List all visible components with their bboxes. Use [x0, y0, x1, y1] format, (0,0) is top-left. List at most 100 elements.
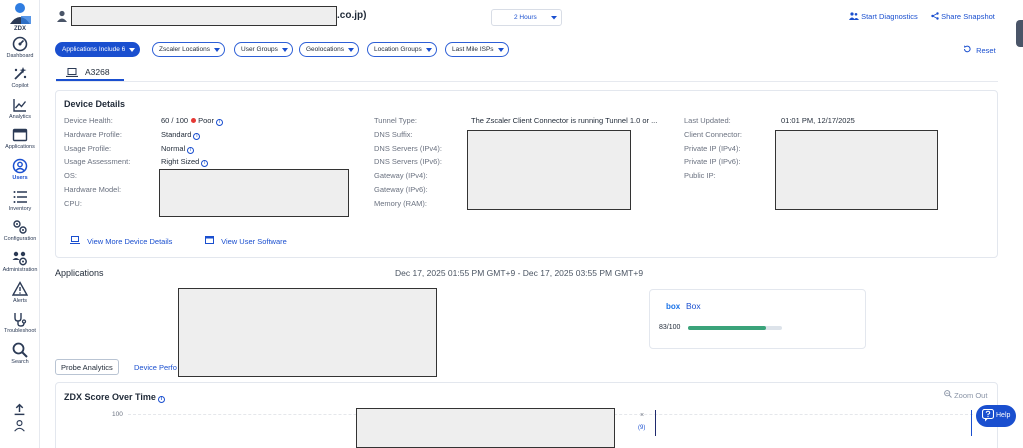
sidebar-item-dashboard[interactable]: Dashboard: [0, 36, 40, 66]
help-icon: [982, 409, 994, 422]
info-icon[interactable]: i: [187, 147, 195, 154]
admin-icon: [12, 251, 27, 266]
profile-icon[interactable]: [13, 419, 26, 432]
filter-label: Last Mile ISPs: [452, 46, 494, 53]
redacted-network-info: [467, 130, 631, 210]
start-diagnostics-button[interactable]: Start Diagnostics: [849, 12, 918, 21]
public-ip-label: Public IP:: [684, 171, 716, 180]
device-details-title: Device Details: [64, 99, 126, 109]
help-button[interactable]: Help: [976, 405, 1016, 427]
filter-label: Location Groups: [374, 46, 422, 53]
filter-location-groups[interactable]: Location Groups: [367, 42, 437, 57]
hardware-profile-value: Standard i: [161, 130, 201, 140]
filter-geolocations[interactable]: Geolocations: [299, 42, 359, 57]
memory-label: Memory (RAM):: [374, 199, 427, 208]
cpu-label: CPU:: [64, 199, 82, 208]
zdx-logo-label: ZDX: [14, 26, 26, 32]
close-icon[interactable]: ×: [640, 412, 644, 419]
sidebar-item-label: Inventory: [8, 206, 32, 212]
gateway-ipv6-label: Gateway (IPv6):: [374, 185, 428, 194]
reset-button[interactable]: Reset: [963, 45, 996, 55]
chart-icon: [13, 99, 27, 112]
app-score-bar: [688, 326, 782, 330]
dns-suffix-label: DNS Suffix:: [374, 130, 413, 139]
sidebar-item-label: Copilot: [11, 83, 29, 89]
chevron-down-icon: [497, 48, 504, 52]
laptop-icon: [70, 236, 80, 244]
usage-assessment-label: Usage Assessment:: [64, 157, 131, 166]
filter-user-groups[interactable]: User Groups: [234, 42, 293, 57]
app-card-box[interactable]: box Box 83/100: [649, 289, 866, 349]
sidebar-item-troubleshoot[interactable]: Troubleshoot: [0, 311, 40, 341]
box-logo-icon: box: [666, 302, 681, 311]
sidebar-item-label: Dashboard: [6, 53, 34, 59]
filter-zscaler-locations[interactable]: Zscaler Locations: [152, 42, 225, 57]
zdx-score-title-text: ZDX Score Over Time: [64, 392, 156, 402]
device-tab-label: A3268: [85, 67, 110, 77]
chevron-down-icon: [551, 16, 557, 20]
view-more-label: View More Device Details: [87, 237, 173, 246]
zdx-score-title: ZDX Score Over Time i: [64, 392, 165, 403]
user-domain-suffix: .co.jp): [337, 10, 367, 21]
user-icon: [57, 10, 67, 22]
sidebar-item-alerts[interactable]: Alerts: [0, 281, 40, 311]
window-icon: [205, 236, 214, 244]
upload-icon[interactable]: [13, 403, 26, 416]
usage-assessment-text: Right Sized: [161, 157, 200, 166]
gateway-ipv4-label: Gateway (IPv4):: [374, 171, 428, 180]
sidebar-item-label: Applications: [5, 144, 35, 150]
chevron-down-icon: [347, 48, 354, 52]
sidebar-item-label: Users: [12, 175, 28, 181]
zdx-logo[interactable]: ZDX: [7, 2, 33, 32]
filter-applications[interactable]: Applications Include 6: [55, 42, 141, 57]
sidebar-item-administration[interactable]: Administration: [0, 250, 40, 280]
redacted-ip-info: [775, 130, 938, 210]
sidebar-item-configuration[interactable]: Configuration: [0, 219, 40, 249]
filter-label: Applications Include 6: [62, 46, 126, 53]
sidebar-item-users[interactable]: Users: [0, 158, 40, 188]
sidebar-item-search[interactable]: Search: [0, 342, 40, 372]
troubleshoot-icon: [14, 313, 27, 327]
tab-probe-analytics[interactable]: Probe Analytics: [55, 359, 119, 375]
usage-profile-text: Normal: [161, 144, 186, 153]
sidebar-item-label: Troubleshoot: [4, 328, 36, 334]
zoom-out-button[interactable]: Zoom Out: [944, 390, 987, 400]
sidebar-item-analytics[interactable]: Analytics: [0, 97, 40, 127]
view-software-label: View User Software: [221, 237, 287, 246]
device-tab[interactable]: A3268: [56, 63, 124, 81]
tab-device-performance[interactable]: Device Perfo: [134, 359, 177, 375]
sidebar-item-copilot[interactable]: Copilot: [0, 66, 40, 96]
filter-last-mile-isps[interactable]: Last Mile ISPs: [445, 42, 509, 57]
info-icon[interactable]: i: [157, 396, 165, 403]
chart-marker-line-end: [971, 410, 972, 436]
info-icon[interactable]: i: [201, 160, 209, 167]
view-more-device-details-link[interactable]: View More Device Details: [70, 236, 172, 246]
sidebar-item-inventory[interactable]: Inventory: [0, 189, 40, 219]
zoom-out-label: Zoom Out: [954, 391, 988, 400]
usage-profile-label: Usage Profile:: [64, 144, 112, 153]
view-user-software-link[interactable]: View User Software: [205, 236, 287, 246]
device-health-status: Poor: [198, 116, 214, 125]
time-range-select[interactable]: 2 Hours: [491, 9, 562, 26]
sidebar-item-label: Search: [11, 359, 29, 365]
hardware-profile-label: Hardware Profile:: [64, 130, 122, 139]
warning-icon: [12, 281, 28, 296]
usage-profile-value: Normal i: [161, 144, 195, 154]
side-panel-handle[interactable]: [1016, 20, 1023, 47]
app-score: 83/100: [659, 324, 681, 331]
zdx-logo-icon: [10, 3, 31, 24]
redacted-device-info: [159, 169, 349, 217]
search-icon: [12, 342, 28, 358]
chevron-down-icon: [129, 48, 136, 52]
laptop-icon: [66, 68, 78, 77]
private-ipv6-label: Private IP (IPv6):: [684, 157, 741, 166]
dns-ipv6-label: DNS Servers (IPv6):: [374, 157, 442, 166]
poor-status-dot: [191, 118, 197, 123]
info-icon[interactable]: i: [193, 133, 201, 140]
info-icon[interactable]: i: [215, 119, 223, 126]
app-name: Box: [686, 301, 701, 311]
sidebar-item-applications[interactable]: Applications: [0, 127, 40, 157]
share-snapshot-button[interactable]: Share Snapshot: [931, 12, 995, 21]
reset-icon: [964, 45, 971, 53]
sidebar-item-label: Analytics: [8, 114, 31, 120]
